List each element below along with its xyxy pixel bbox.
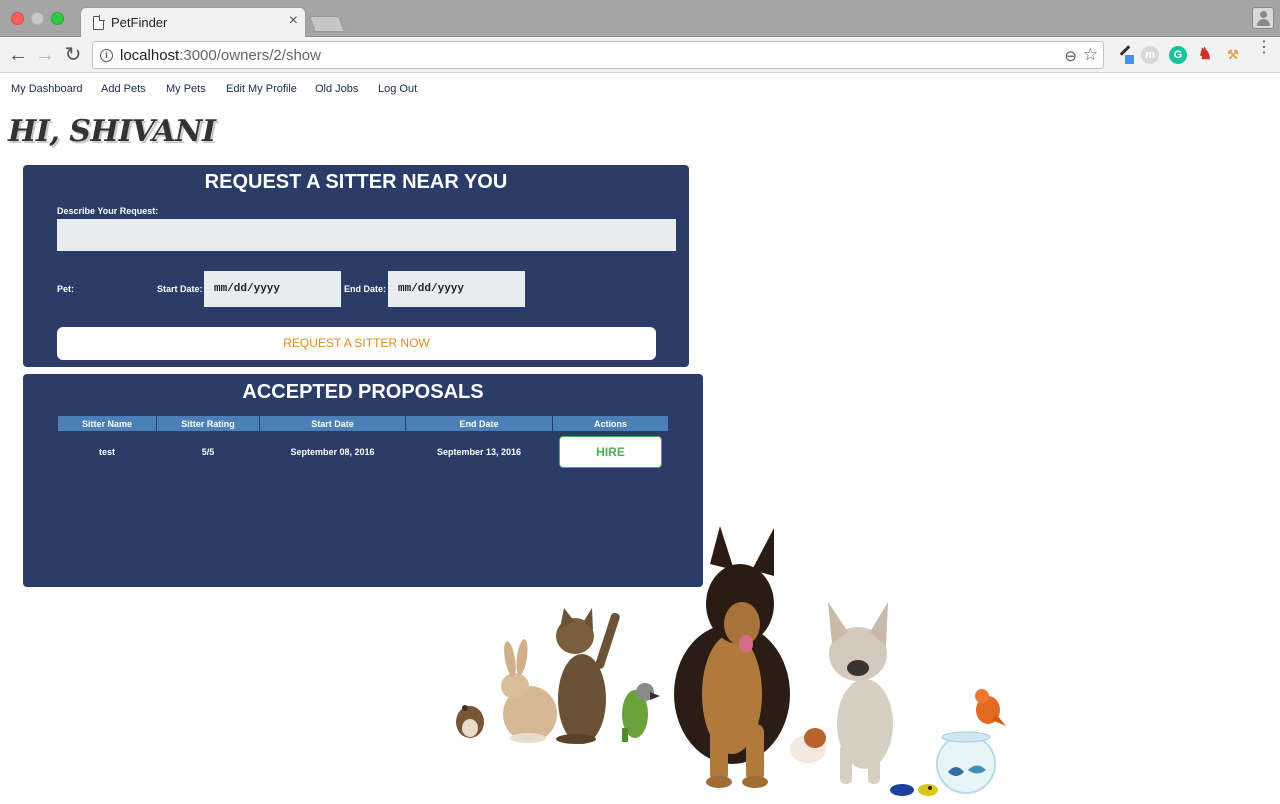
- browser-tab[interactable]: PetFinder ×: [80, 7, 306, 38]
- nav-log-out[interactable]: Log Out: [378, 83, 417, 95]
- nav-my-dashboard[interactable]: My Dashboard: [11, 83, 83, 95]
- info-icon[interactable]: i: [100, 49, 113, 62]
- close-window-icon[interactable]: [11, 12, 24, 25]
- describe-request-input[interactable]: [57, 219, 676, 251]
- end-date-label: End Date:: [344, 284, 387, 294]
- bookmark-star-icon[interactable]: ☆: [1083, 45, 1098, 65]
- cell-end-date: September 13, 2016: [436, 446, 522, 457]
- column-header-sitter-rating: Sitter Rating: [156, 415, 260, 432]
- cell-sitter-rating: 5/5: [201, 446, 215, 457]
- start-date-input[interactable]: mm/dd/yyyy: [204, 271, 341, 307]
- parrot-image: [622, 683, 660, 742]
- fishbowl-image: [936, 731, 996, 794]
- reload-icon[interactable]: ↻: [62, 44, 84, 66]
- pet-label: Pet:: [57, 284, 75, 294]
- column-header-start-date: Start Date: [259, 415, 406, 432]
- back-arrow-icon[interactable]: ←: [7, 44, 29, 66]
- start-date-label: Start Date:: [157, 284, 203, 294]
- rabbit-image: [501, 639, 557, 743]
- minimize-window-icon[interactable]: [31, 12, 44, 25]
- column-header-end-date: End Date: [405, 415, 553, 432]
- end-date-input[interactable]: mm/dd/yyyy: [388, 271, 525, 307]
- color-picker-extension-icon[interactable]: [1117, 45, 1135, 64]
- cell-sitter-name: test: [98, 446, 115, 457]
- browser-tab-bar: PetFinder ×: [0, 0, 1280, 38]
- grammarly-extension-icon[interactable]: G: [1169, 46, 1187, 64]
- guinea-pig-image: [790, 728, 826, 763]
- hire-button[interactable]: HIRE: [559, 435, 662, 468]
- m-extension-icon[interactable]: m: [1141, 46, 1159, 64]
- url-host: localhost: [120, 47, 180, 64]
- nav-old-jobs[interactable]: Old Jobs: [315, 83, 358, 95]
- zoom-icon[interactable]: ⊖: [1064, 47, 1077, 65]
- url-text[interactable]: localhost:3000/owners/2/show: [120, 47, 321, 64]
- column-header-actions: Actions: [552, 415, 669, 432]
- url-path: :3000/owners/2/show: [179, 47, 321, 64]
- column-header-sitter-name: Sitter Name: [57, 415, 157, 432]
- cell-actions: HIRE: [553, 432, 669, 472]
- accepted-panel-title: ACCEPTED PROPOSALS: [242, 381, 484, 403]
- document-icon: [93, 15, 105, 30]
- address-bar[interactable]: i localhost:3000/owners/2/show ⊖ ☆: [92, 41, 1104, 69]
- dragon-extension-icon[interactable]: ♞: [1196, 46, 1214, 64]
- new-tab-button[interactable]: [309, 16, 345, 32]
- french-bulldog-image: [828, 602, 893, 784]
- frogs-image: [890, 784, 938, 796]
- forward-arrow-icon[interactable]: →: [34, 44, 56, 66]
- german-shepherd-dog-image: [674, 526, 790, 788]
- browser-menu-icon[interactable]: ⋮: [1256, 40, 1272, 56]
- hamster-image: [456, 705, 484, 738]
- describe-request-label: Describe Your Request:: [57, 206, 159, 216]
- nav-edit-my-profile[interactable]: Edit My Profile: [226, 83, 297, 95]
- user-profile-icon[interactable]: [1252, 7, 1274, 29]
- page-content: My Dashboard Add Pets My Pets Edit My Pr…: [0, 74, 1280, 800]
- cat-image: [556, 608, 620, 744]
- hammer-extension-icon[interactable]: ⚒: [1224, 46, 1242, 64]
- request-sitter-button[interactable]: REQUEST A SITTER NOW: [57, 327, 656, 360]
- canary-bird-image: [975, 689, 1006, 726]
- page-greeting: HI, SHIVANI: [8, 114, 216, 149]
- tab-close-icon[interactable]: ×: [289, 12, 298, 30]
- cell-start-date: September 08, 2016: [290, 446, 375, 457]
- table-row: test 5/5 September 08, 2016 September 13…: [58, 432, 669, 472]
- nav-my-pets[interactable]: My Pets: [166, 83, 206, 95]
- table-header-row: Sitter Name Sitter Rating Start Date End…: [57, 415, 669, 432]
- browser-toolbar: ← → ↻ i localhost:3000/owners/2/show ⊖ ☆…: [0, 37, 1280, 73]
- pets-group-illustration: [456, 526, 1006, 796]
- proposals-table: Sitter Name Sitter Rating Start Date End…: [57, 415, 669, 472]
- tab-title: PetFinder: [111, 15, 168, 30]
- request-sitter-panel: REQUEST A SITTER NEAR YOU Describe Your …: [23, 165, 689, 367]
- maximize-window-icon[interactable]: [51, 12, 64, 25]
- nav-add-pets[interactable]: Add Pets: [101, 83, 146, 95]
- request-panel-title: REQUEST A SITTER NEAR YOU: [204, 171, 508, 193]
